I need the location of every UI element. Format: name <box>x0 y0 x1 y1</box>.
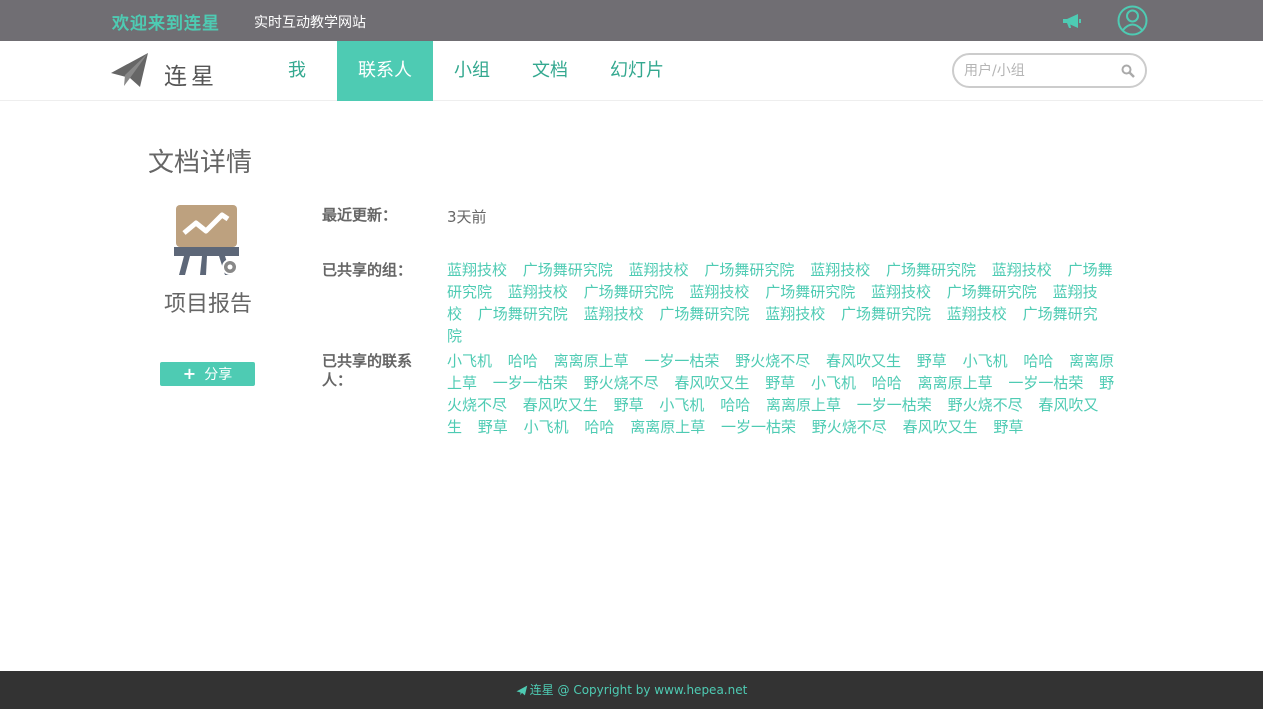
user-icon[interactable] <box>1117 5 1148 36</box>
contact-link[interactable]: 小飞机 <box>963 352 1008 370</box>
contact-link[interactable]: 哈哈 <box>1023 352 1053 370</box>
group-link[interactable]: 广场舞研究院 <box>765 283 855 301</box>
group-link[interactable]: 蓝翔技校 <box>629 261 689 279</box>
group-link[interactable]: 蓝翔技校 <box>765 305 825 323</box>
contact-link[interactable]: 一岁一枯荣 <box>1008 374 1083 392</box>
contact-link[interactable]: 小飞机 <box>659 396 704 414</box>
nav-item-documents[interactable]: 文档 <box>524 41 576 101</box>
group-link[interactable]: 蓝翔技校 <box>508 283 568 301</box>
contact-link[interactable]: 哈哈 <box>720 396 750 414</box>
group-link[interactable]: 广场舞研究院 <box>659 305 749 323</box>
group-link[interactable]: 蓝翔技校 <box>871 283 931 301</box>
shared-groups-label: 已共享的组： <box>322 261 413 279</box>
contact-link[interactable]: 野草 <box>993 418 1023 436</box>
share-button[interactable]: + 分享 <box>160 362 255 386</box>
contact-link[interactable]: 野火烧不尽 <box>735 352 810 370</box>
group-link[interactable]: 蓝翔技校 <box>584 305 644 323</box>
footer-copyright: 连星 @ Copyright by www.hepea.net <box>529 683 748 697</box>
group-link[interactable]: 广场舞研究院 <box>841 305 931 323</box>
updated-value: 3天前 <box>447 208 487 226</box>
contact-link[interactable]: 小飞机 <box>447 352 492 370</box>
contact-link[interactable]: 哈哈 <box>872 374 902 392</box>
search-icon[interactable] <box>1121 64 1135 78</box>
contact-link[interactable]: 一岁一枯荣 <box>857 396 932 414</box>
contact-link[interactable]: 离离原上草 <box>554 352 629 370</box>
search-box <box>952 53 1147 88</box>
group-link[interactable]: 蓝翔技校 <box>447 261 507 279</box>
contact-link[interactable]: 一岁一枯荣 <box>721 418 796 436</box>
contact-link[interactable]: 哈哈 <box>508 352 538 370</box>
presentation-chart-icon <box>174 205 239 275</box>
contact-link[interactable]: 离离原上草 <box>918 374 993 392</box>
group-link[interactable]: 广场舞研究院 <box>523 261 613 279</box>
megaphone-icon[interactable] <box>1061 12 1083 30</box>
shared-contacts-label: 已共享的联系人： <box>322 352 413 389</box>
document-name: 项目报告 <box>163 292 252 317</box>
main-navbar: 连星 我 联系人 小组 文档 幻灯片 <box>0 41 1263 101</box>
contact-link[interactable]: 野草 <box>917 352 947 370</box>
logo-text[interactable]: 连星 <box>164 57 218 91</box>
group-link[interactable]: 蓝翔技校 <box>810 261 870 279</box>
page-title: 文档详情 <box>148 148 253 178</box>
group-link[interactable]: 蓝翔技校 <box>992 261 1052 279</box>
footer: 连星 @ Copyright by www.hepea.net <box>0 671 1263 709</box>
nav-item-slides[interactable]: 幻灯片 <box>602 41 672 101</box>
contact-link[interactable]: 野草 <box>478 418 508 436</box>
group-link[interactable]: 蓝翔技校 <box>689 283 749 301</box>
contact-link[interactable]: 春风吹又生 <box>523 396 598 414</box>
contact-link[interactable]: 野草 <box>765 374 795 392</box>
contact-link[interactable]: 小飞机 <box>811 374 856 392</box>
contact-link[interactable]: 野火烧不尽 <box>812 418 887 436</box>
contact-link[interactable]: 一岁一枯荣 <box>493 374 568 392</box>
contact-link[interactable]: 离离原上草 <box>630 418 705 436</box>
nav-item-me[interactable]: 我 <box>274 41 320 101</box>
updated-label: 最近更新： <box>322 206 398 224</box>
contact-link[interactable]: 春风吹又生 <box>826 352 901 370</box>
shared-groups-list: 蓝翔技校 广场舞研究院 蓝翔技校 广场舞研究院 蓝翔技校 广场舞研究院 蓝翔技校… <box>447 259 1117 347</box>
group-link[interactable]: 广场舞研究院 <box>584 283 674 301</box>
group-link[interactable]: 蓝翔技校 <box>947 305 1007 323</box>
paper-plane-logo-icon[interactable] <box>110 51 150 89</box>
nav-item-contacts[interactable]: 联系人 <box>337 41 433 101</box>
contact-link[interactable]: 野草 <box>614 396 644 414</box>
contact-link[interactable]: 小飞机 <box>524 418 569 436</box>
group-link[interactable]: 广场舞研究院 <box>478 305 568 323</box>
group-link[interactable]: 广场舞研究院 <box>947 283 1037 301</box>
group-link[interactable]: 广场舞研究院 <box>886 261 976 279</box>
group-link[interactable]: 广场舞研究院 <box>704 261 794 279</box>
top-bar: 欢迎来到连星 实时互动教学网站 <box>0 0 1263 41</box>
contact-link[interactable]: 春风吹又生 <box>674 374 749 392</box>
contact-link[interactable]: 一岁一枯荣 <box>644 352 719 370</box>
share-button-label: 分享 <box>204 367 233 383</box>
contact-link[interactable]: 哈哈 <box>584 418 614 436</box>
paper-plane-icon <box>516 685 527 696</box>
nav-item-groups[interactable]: 小组 <box>446 41 498 101</box>
contact-link[interactable]: 离离原上草 <box>766 396 841 414</box>
welcome-text: 欢迎来到连星 <box>112 14 220 34</box>
contact-link[interactable]: 春风吹又生 <box>903 418 978 436</box>
site-tagline: 实时互动教学网站 <box>254 15 366 31</box>
search-input[interactable] <box>964 60 1114 81</box>
shared-contacts-list: 小飞机 哈哈 离离原上草 一岁一枯荣 野火烧不尽 春风吹又生 野草 小飞机 哈哈… <box>447 350 1117 438</box>
contact-link[interactable]: 野火烧不尽 <box>948 396 1023 414</box>
plus-icon: + <box>182 364 197 383</box>
contact-link[interactable]: 野火烧不尽 <box>584 374 659 392</box>
